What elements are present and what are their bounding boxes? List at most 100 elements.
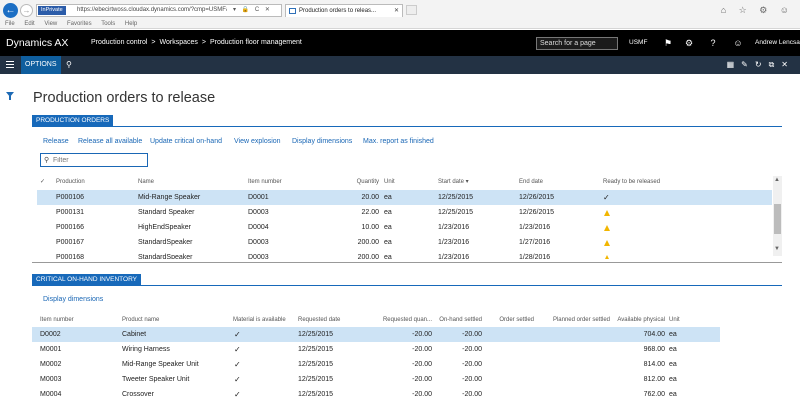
column-header-ready[interactable]: Ready to be released xyxy=(603,177,660,187)
column-header-planned-order-settled[interactable]: Planned order settled xyxy=(548,315,610,325)
scroll-up-icon[interactable]: ▲ xyxy=(774,177,780,183)
requested-date-cell: 12/25/2015 xyxy=(298,361,334,368)
smiley-icon[interactable]: ☺ xyxy=(732,30,744,56)
column-header-production[interactable]: Production xyxy=(56,177,85,187)
item-number-link[interactable]: D0002 xyxy=(40,327,61,342)
column-header-requested-date[interactable]: Requested date xyxy=(298,315,340,325)
quantity-cell: 22.00 xyxy=(361,209,379,216)
warning-icon xyxy=(604,240,610,246)
release-all-available-button[interactable]: Release all available xyxy=(78,137,142,147)
checkmark-icon: ✓ xyxy=(603,193,610,202)
onhand-settled-cell: -20.00 xyxy=(462,391,482,398)
browser-tab[interactable]: Production orders to releas... ✕ xyxy=(285,4,403,17)
inprivate-badge: InPrivate xyxy=(38,6,66,15)
onhand-settled-cell: -20.00 xyxy=(462,346,482,353)
display-dimensions-button[interactable]: Display dimensions xyxy=(292,137,352,147)
requested-date-cell: 12/25/2015 xyxy=(298,391,334,398)
breadcrumb-item[interactable]: Production control xyxy=(91,39,147,46)
section-divider xyxy=(32,285,782,286)
onhand-settled-cell: -20.00 xyxy=(462,331,482,338)
max-report-as-finished-button[interactable]: Max. report as finished xyxy=(363,137,434,147)
column-header-requested-qty[interactable]: Requested quan... xyxy=(372,315,432,325)
end-date-cell: 1/27/2016 xyxy=(519,239,551,246)
grid-filter[interactable]: ⚲ xyxy=(40,153,148,167)
display-dimensions-button[interactable]: Display dimensions xyxy=(43,295,103,305)
app-header: Dynamics AX Production control > Workspace… xyxy=(0,30,800,56)
available-physical-cell: 704.00 xyxy=(643,331,665,338)
menu-view[interactable]: View xyxy=(44,21,57,27)
column-header-start-date[interactable]: Start date ▾ xyxy=(438,177,469,187)
unit-cell: ea xyxy=(384,194,392,201)
address-bar[interactable]: InPrivate https://ebecirtwoss.cloudax.dy… xyxy=(36,4,282,17)
product-name-cell: Mid-Range Speaker Unit xyxy=(122,361,199,368)
company-picker[interactable]: USMF xyxy=(629,30,647,56)
column-header-item-number[interactable]: Item number xyxy=(40,315,74,325)
critical-onhand-tab[interactable]: CRITICAL ON-HAND INVENTORY xyxy=(32,274,142,285)
unit-cell: ea xyxy=(384,209,392,216)
production-id-link[interactable]: P000106 xyxy=(56,190,84,205)
select-all-checkmark[interactable]: ✓ xyxy=(40,177,45,187)
page-title: Production orders to release xyxy=(33,90,216,106)
view-explosion-button[interactable]: View explosion xyxy=(234,137,281,147)
quantity-cell: 10.00 xyxy=(361,224,379,231)
help-icon[interactable]: ? xyxy=(707,30,719,56)
item-number-cell: D0003 xyxy=(248,254,269,259)
app-name[interactable]: Dynamics AX xyxy=(6,30,68,56)
breadcrumb-item[interactable]: Workspaces xyxy=(160,39,198,46)
back-arrow-icon[interactable]: ← xyxy=(3,3,18,18)
column-header-item-number[interactable]: Item number xyxy=(248,177,282,187)
action-pane-icons[interactable]: ▦✎↻⧉✕ xyxy=(727,56,795,74)
hamburger-menu-icon[interactable] xyxy=(6,61,14,69)
options-tab[interactable]: OPTIONS xyxy=(21,56,61,74)
scrollbar-thumb[interactable] xyxy=(774,204,781,234)
user-name[interactable]: Andrew Lencsak xyxy=(755,30,800,56)
breadcrumb-item[interactable]: Production floor management xyxy=(210,39,302,46)
checkmark-icon: ✓ xyxy=(234,345,241,354)
close-tab-icon[interactable]: ✕ xyxy=(394,6,399,16)
page-search-input[interactable]: Search for a page xyxy=(536,37,618,50)
column-header-end-date[interactable]: End date xyxy=(519,177,543,187)
name-cell: Standard Speaker xyxy=(138,209,195,216)
warning-icon xyxy=(604,255,610,259)
column-header-unit[interactable]: Unit xyxy=(384,177,395,187)
forward-arrow-icon[interactable]: → xyxy=(20,4,33,17)
bell-icon[interactable]: ⚑ xyxy=(662,30,674,56)
menu-file[interactable]: File xyxy=(5,21,15,27)
browser-toolbar-icons[interactable]: ⌂ ☆ ⚙ ☺ xyxy=(721,5,794,15)
update-critical-onhand-button[interactable]: Update critical on-hand xyxy=(150,137,222,147)
scroll-down-icon[interactable]: ▼ xyxy=(774,246,780,252)
chevron-right-icon: > xyxy=(201,39,206,46)
requested-date-cell: 12/25/2015 xyxy=(298,346,334,353)
product-name-cell: Crossover xyxy=(122,391,154,398)
column-header-order-settled[interactable]: Order settled xyxy=(490,315,534,325)
address-bar-icons[interactable]: ▾ 🔒 C ✕ xyxy=(233,6,272,15)
menu-favorites[interactable]: Favorites xyxy=(67,21,92,27)
quantity-cell: 20.00 xyxy=(361,194,379,201)
menu-tools[interactable]: Tools xyxy=(101,21,115,27)
item-number-cell: D0003 xyxy=(248,239,269,246)
item-number-cell: D0004 xyxy=(248,224,269,231)
release-button[interactable]: Release xyxy=(43,137,69,147)
column-header-unit[interactable]: Unit xyxy=(669,315,680,325)
column-header-material-available[interactable]: Material is available xyxy=(233,315,286,325)
filter-input[interactable] xyxy=(53,155,143,165)
requested-qty-cell: -20.00 xyxy=(412,346,432,353)
menu-help[interactable]: Help xyxy=(125,21,137,27)
breadcrumb: Production control > Workspaces > Production… xyxy=(91,30,302,56)
onhand-settled-cell: -20.00 xyxy=(462,361,482,368)
column-header-quantity[interactable]: Quantity xyxy=(340,177,379,187)
column-header-name[interactable]: Name xyxy=(138,177,154,187)
column-header-product-name[interactable]: Product name xyxy=(122,315,159,325)
unit-cell: ea xyxy=(669,391,677,398)
url-text[interactable]: https://ebecirtwoss.cloudax.dynamics.com… xyxy=(77,6,227,15)
item-number-link[interactable]: D0001 xyxy=(248,190,269,205)
menu-edit[interactable]: Edit xyxy=(24,21,34,27)
column-header-onhand-settled[interactable]: On-hand settled xyxy=(436,315,482,325)
item-number-cell: M0002 xyxy=(40,361,62,368)
search-icon[interactable]: ⚲ xyxy=(66,56,72,74)
new-tab-button[interactable] xyxy=(406,5,417,15)
gear-icon[interactable]: ⚙ xyxy=(683,30,695,56)
column-header-available-physical[interactable]: Available physical xyxy=(613,315,665,325)
grid-bottom-border xyxy=(32,262,782,263)
production-orders-tab[interactable]: PRODUCTION ORDERS xyxy=(32,115,114,126)
